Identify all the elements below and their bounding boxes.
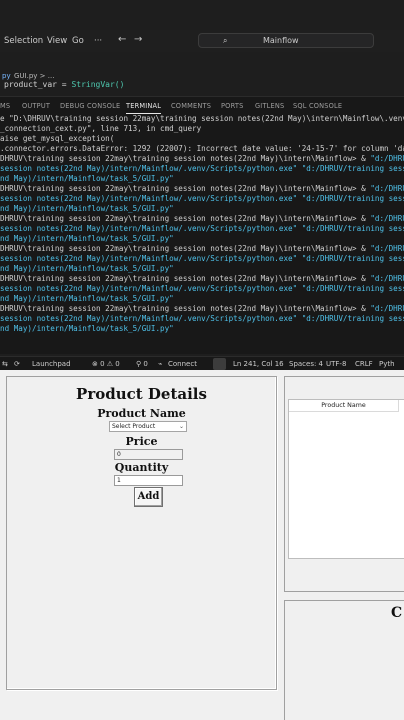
branch-sync-icon[interactable]: ⟳: [14, 360, 20, 368]
tab-debug-console[interactable]: DEBUG CONSOLE: [60, 102, 120, 110]
terminal-line: session notes(22nd May)/intern/Mainflow/…: [0, 284, 404, 293]
summary-title: C: [391, 605, 403, 621]
panel-tabbar: MS OUTPUT DEBUG CONSOLE TERMINAL COMMENT…: [0, 96, 404, 114]
command-search-box[interactable]: ⌕ Mainflow: [198, 33, 374, 48]
status-problems[interactable]: ⊗ 0 ⚠ 0: [92, 360, 120, 368]
tab-problems[interactable]: MS: [0, 102, 10, 110]
terminal-line: DHRUV\training session 22may\training se…: [0, 304, 404, 313]
tab-ports[interactable]: PORTS: [221, 102, 243, 110]
terminal-line: e "D:\DHRUV\training session 22may\train…: [0, 114, 404, 123]
terminal-line: session notes(22nd May)/intern/Mainflow/…: [0, 254, 404, 263]
vscode-titlebar: Selection View Go ··· ← → ⌕ Mainflow: [0, 30, 404, 52]
tree-header-product-name[interactable]: Product Name: [289, 400, 399, 412]
menu-more[interactable]: ···: [94, 36, 102, 46]
terminal-line: .connector.errors.DataError: 1292 (22007…: [0, 144, 404, 153]
menu-go[interactable]: Go: [72, 36, 84, 46]
terminal-line: nd May)/intern/Mainflow/task_5/GUI.py": [0, 234, 174, 243]
search-icon: ⌕: [223, 36, 228, 45]
terminal-line: nd May)/intern/Mainflow/task_5/GUI.py": [0, 204, 174, 213]
terminal-line: nd May)/intern/Mainflow/task_5/GUI.py": [0, 264, 174, 273]
code-text: product_var =: [4, 80, 72, 89]
search-icon[interactable]: [213, 358, 226, 370]
terminal-line: nd May)/intern/Mainflow/task_5/GUI.py": [0, 294, 174, 303]
plug-icon: ⌁: [158, 360, 163, 368]
code-line[interactable]: product_var = StringVar(): [0, 80, 404, 94]
price-field[interactable]: 0: [114, 449, 183, 460]
status-cursor-position[interactable]: Ln 241, Col 16: [233, 360, 284, 368]
product-select-value: Select Product: [112, 423, 156, 430]
terminal-line: session notes(22nd May)/intern/Mainflow/…: [0, 224, 404, 233]
status-ports[interactable]: ⚲ 0: [136, 360, 148, 368]
status-language[interactable]: Pyth: [379, 360, 395, 368]
tab-comments[interactable]: COMMENTS: [171, 102, 211, 110]
code-function: StringVar(): [71, 80, 125, 89]
product-name-label: Product Name: [97, 407, 186, 420]
terminal-line: session notes(22nd May)/intern/Mainflow/…: [0, 194, 404, 203]
terminal-line: _connection_cext.py", line 713, in cmd_q…: [0, 124, 202, 133]
terminal-line: DHRUV\training session 22may\training se…: [0, 214, 404, 223]
status-eol[interactable]: CRLF: [355, 360, 373, 368]
terminal-line: session notes(22nd May)/intern/Mainflow/…: [0, 314, 404, 323]
product-treeview[interactable]: Product Name: [288, 399, 404, 559]
quantity-label: Quantity: [114, 461, 169, 474]
tk-app-window: Product Details Product Name Select Prod…: [0, 370, 404, 720]
nav-forward-icon[interactable]: →: [134, 34, 142, 45]
product-select[interactable]: Select Product ⌄: [109, 421, 187, 432]
status-encoding[interactable]: UTF-8: [326, 360, 346, 368]
terminal-line: nd May)/intern/Mainflow/task_5/GUI.py": [0, 174, 174, 183]
search-text: Mainflow: [263, 36, 299, 45]
terminal-output[interactable]: e "D:\DHRUV\training session 22may\train…: [0, 114, 404, 354]
tab-terminal[interactable]: TERMINAL: [126, 102, 162, 114]
nav-back-icon[interactable]: ←: [118, 34, 126, 45]
terminal-line: aise get_mysql_exception(: [0, 134, 115, 143]
add-button[interactable]: Add: [134, 487, 163, 507]
terminal-line: DHRUV\training session 22may\training se…: [0, 274, 404, 283]
status-launchpad[interactable]: Launchpad: [32, 360, 71, 368]
page-title: Product Details: [76, 385, 207, 403]
tab-output[interactable]: OUTPUT: [22, 102, 50, 110]
terminal-line: DHRUV\training session 22may\training se…: [0, 184, 404, 193]
quantity-field[interactable]: 1: [114, 475, 183, 486]
status-connect[interactable]: Connect: [168, 360, 197, 368]
product-details-frame: Product Details Product Name Select Prod…: [6, 376, 277, 690]
cart-list-frame: Product Name: [284, 376, 404, 592]
terminal-line: nd May)/intern/Mainflow/task_5/GUI.py": [0, 324, 174, 333]
menu-view[interactable]: View: [47, 36, 67, 46]
tab-gitlens[interactable]: GITLENS: [255, 102, 284, 110]
remote-icon[interactable]: ⇆: [2, 360, 8, 368]
status-indentation[interactable]: Spaces: 4: [289, 360, 323, 368]
tab-sql-console[interactable]: SQL CONSOLE: [293, 102, 342, 110]
price-label: Price: [125, 435, 158, 448]
breadcrumb-path[interactable]: GUI.py > ...: [14, 72, 54, 80]
menu-selection[interactable]: Selection: [4, 36, 43, 46]
status-bar: ⇆ ⟳ Launchpad ⊗ 0 ⚠ 0 ⚲ 0 ⌁ Connect Ln 2…: [0, 356, 404, 370]
python-file-icon: py: [2, 72, 11, 80]
terminal-line: DHRUV\training session 22may\training se…: [0, 154, 404, 163]
chevron-down-icon[interactable]: ⌄: [179, 422, 184, 431]
terminal-line: DHRUV\training session 22may\training se…: [0, 244, 404, 253]
summary-frame: C: [284, 600, 404, 720]
terminal-line: session notes(22nd May)/intern/Mainflow/…: [0, 164, 404, 173]
